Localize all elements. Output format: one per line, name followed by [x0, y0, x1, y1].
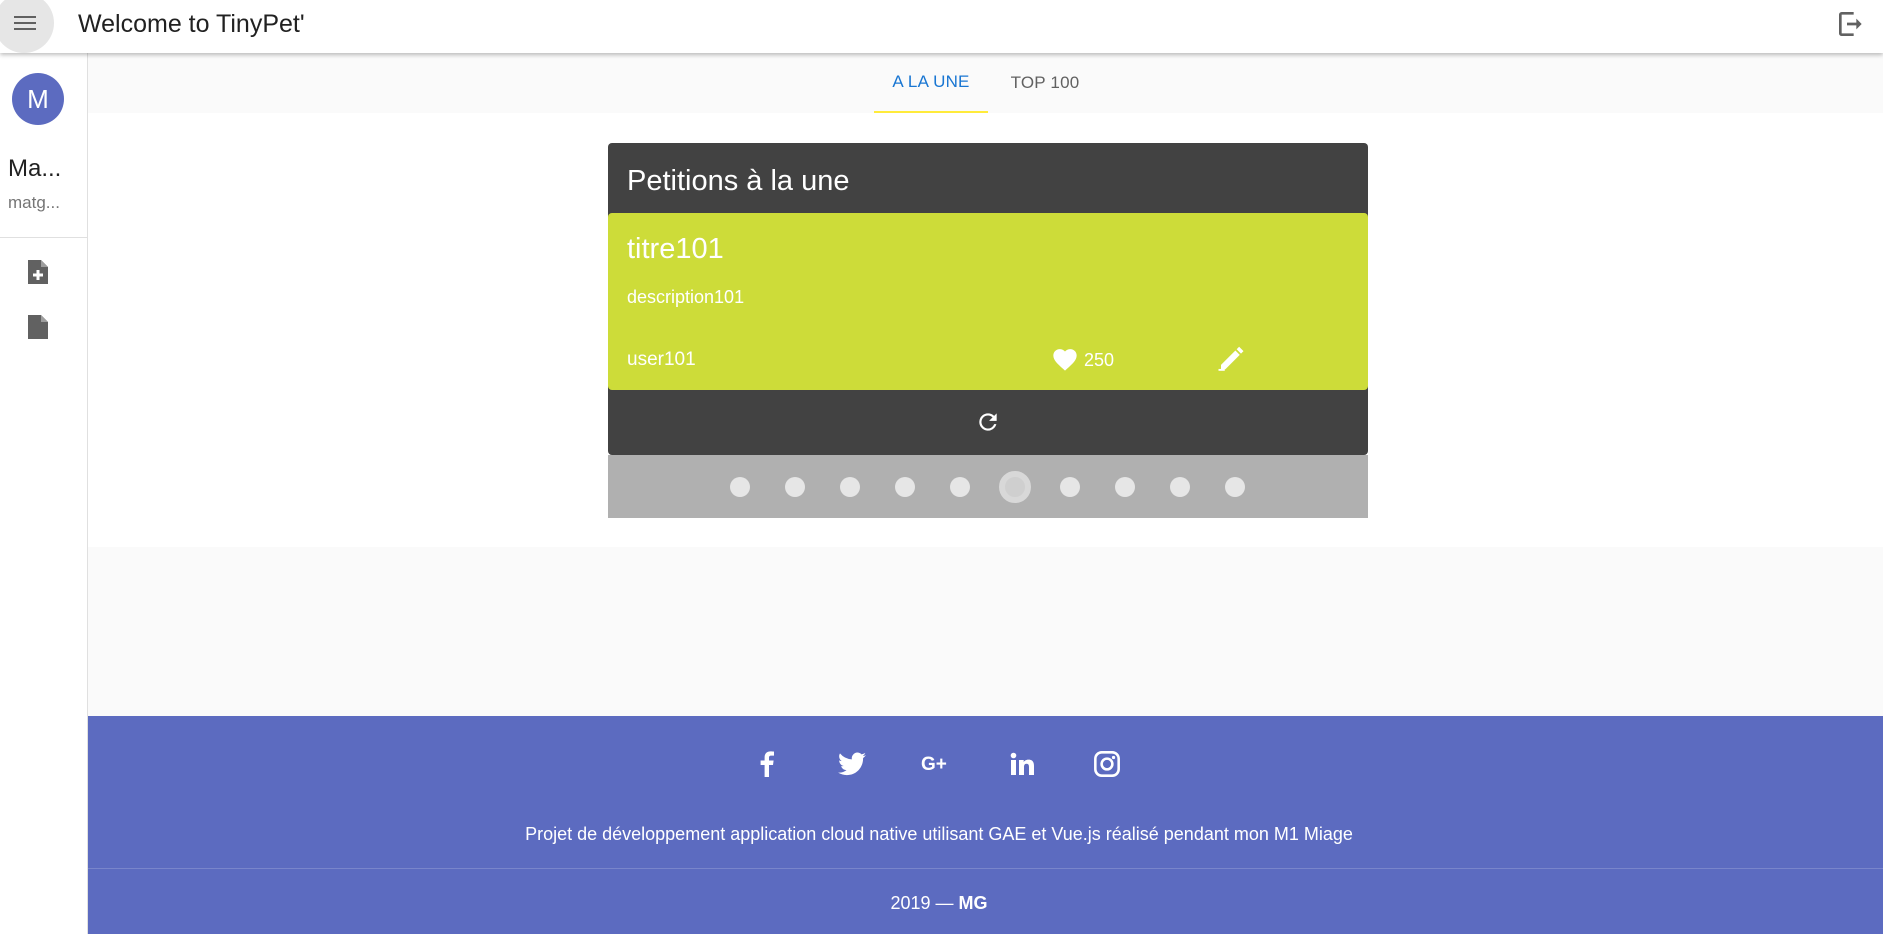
carousel-dot[interactable] [840, 477, 860, 497]
user-email: matg... [8, 193, 60, 212]
footer: G+ Projet de développement application c… [88, 716, 1883, 934]
petition-carousel: Petitions à la une titre101 description1… [608, 143, 1368, 455]
copyright-year: 2019 — [890, 893, 954, 913]
carousel-dot[interactable] [1170, 477, 1190, 497]
petition-author: user101 [627, 349, 696, 370]
twitter-link[interactable] [834, 746, 870, 782]
pen-icon [1218, 346, 1244, 371]
petition-title: titre101 [627, 233, 724, 265]
carousel-dot[interactable] [1225, 477, 1245, 497]
carousel-dot-active[interactable] [999, 471, 1031, 503]
like-count: 250 [1084, 350, 1115, 370]
facebook-icon [760, 751, 774, 777]
linkedin-link[interactable] [1004, 746, 1040, 782]
sidebar-item-create-petition[interactable] [26, 258, 50, 286]
menu-button[interactable] [0, 0, 54, 53]
refresh-button[interactable] [975, 409, 1001, 435]
top-toolbar: Welcome to TinyPet' [0, 0, 1883, 53]
carousel-heading: Petitions à la une [627, 165, 850, 197]
sidebar-item-my-petitions[interactable] [26, 313, 50, 341]
user-name: Ma... [8, 155, 62, 182]
avatar[interactable]: M [12, 73, 64, 125]
footer-description: Projet de développement application clou… [525, 824, 1353, 844]
instagram-icon [1094, 751, 1120, 777]
logout-icon [1839, 12, 1862, 36]
menu-icon [14, 16, 36, 30]
sidebar-divider [0, 237, 88, 238]
google-plus-link[interactable]: G+ [919, 746, 955, 782]
logout-button[interactable] [1835, 8, 1867, 40]
facebook-link[interactable] [749, 746, 785, 782]
sign-button[interactable] [1216, 343, 1246, 373]
file-icon [28, 315, 48, 339]
copyright-author: MG [958, 893, 988, 913]
instagram-link[interactable] [1089, 746, 1125, 782]
sidebar: M Ma... matg... [0, 53, 88, 934]
tab-bar: A LA UNE TOP 100 [88, 53, 1883, 113]
svg-text:G+: G+ [921, 754, 947, 775]
carousel-dot[interactable] [950, 477, 970, 497]
file-add-icon [28, 260, 48, 284]
carousel-pagination [608, 455, 1368, 518]
linkedin-icon [1010, 752, 1034, 775]
app-title: Welcome to TinyPet' [78, 10, 305, 38]
tab-a-la-une[interactable]: A LA UNE [874, 53, 988, 113]
tab-top-100[interactable]: TOP 100 [988, 53, 1102, 113]
carousel-dot[interactable] [1115, 477, 1135, 497]
carousel-dot[interactable] [730, 477, 750, 497]
carousel-dot[interactable] [1060, 477, 1080, 497]
carousel-dot[interactable] [895, 477, 915, 497]
copyright: 2019 — MG [88, 893, 1790, 914]
heart-icon [1053, 349, 1077, 371]
footer-divider [88, 868, 1883, 869]
google-plus-icon: G+ [921, 754, 947, 775]
carousel-dot[interactable] [785, 477, 805, 497]
petition-description: description101 [627, 287, 745, 307]
petition-card[interactable]: titre101 description101 user101 250 [608, 213, 1368, 390]
like-button[interactable] [1051, 346, 1079, 372]
refresh-icon [979, 413, 997, 431]
twitter-icon [838, 752, 866, 776]
